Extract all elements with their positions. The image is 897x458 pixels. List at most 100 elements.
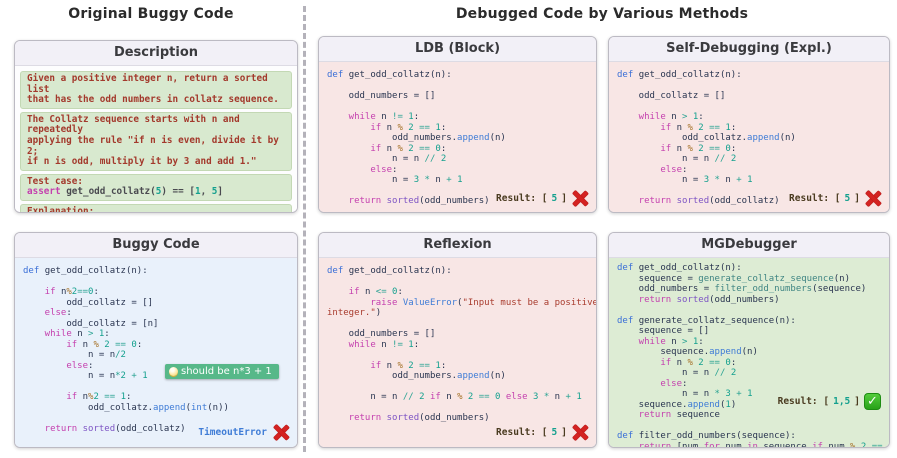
code-line: while n > 1: <box>617 337 881 348</box>
code-line: def get_odd_collatz(n): <box>23 266 289 277</box>
code-line: odd_numbers = [] <box>327 91 588 102</box>
code-line: if n % 2 == 0: <box>617 358 881 369</box>
code-line: The Collatz sequence starts with n and r… <box>27 115 285 136</box>
code-line: def get_odd_collatz(n): <box>617 70 881 81</box>
code-line: else: <box>327 165 588 176</box>
result-label: Result: [ <box>789 193 840 204</box>
code-line: if n%2==0: <box>23 287 289 298</box>
self-debugging-panel-body: def get_odd_collatz(n): odd_collatz = []… <box>609 62 889 213</box>
code-line <box>617 81 881 92</box>
buggy-code-panel: Buggy Code def get_odd_collatz(n): if n%… <box>14 232 298 448</box>
code-line: if n % 2 == 0: <box>617 144 881 155</box>
code-line <box>327 403 588 414</box>
mgdebugger-panel-body: def get_odd_collatz(n): sequence = gener… <box>609 258 889 448</box>
result-label: Result: [ <box>778 396 829 407</box>
code-line: while n != 1: <box>327 340 588 351</box>
result-suffix: ] <box>561 193 567 204</box>
self-debugging-panel: Self-Debugging (Expl.) def get_odd_colla… <box>608 36 890 213</box>
result-value: 5 <box>845 193 851 204</box>
code-line: if n % 2 == 1: <box>617 123 881 134</box>
ldb-panel-title: LDB (Block) <box>319 37 596 62</box>
code-line <box>327 350 588 361</box>
ldb-code-block: def get_odd_collatz(n): odd_numbers = []… <box>319 62 596 211</box>
result-suffix: ] <box>561 427 567 438</box>
result-value: 1,5 <box>833 396 850 407</box>
result-label: Result: [ <box>496 427 547 438</box>
reflexion-panel: Reflexion def get_odd_collatz(n): if n <… <box>318 232 597 448</box>
code-line: while n > 1: <box>617 112 881 123</box>
reflexion-result-badge: Result: [ 5] <box>496 424 588 441</box>
description-panel-title: Description <box>15 41 297 66</box>
figure-canvas: Original Buggy Code Debugged Code by Var… <box>0 0 897 458</box>
code-line <box>617 305 881 316</box>
self-debugging-code-block: def get_odd_collatz(n): odd_collatz = []… <box>609 62 889 211</box>
code-line <box>617 421 881 432</box>
code-line: while n > 1: <box>23 329 289 340</box>
code-line: odd_numbers = [] <box>327 329 588 340</box>
code-line <box>327 102 588 113</box>
code-line: def get_odd_collatz(n): <box>617 263 881 274</box>
mgdebugger-panel: MGDebugger def get_odd_collatz(n): seque… <box>608 232 890 448</box>
code-line: if n % 2 == 1: <box>327 123 588 134</box>
error-x-icon <box>571 424 588 441</box>
bug-annotation: should be n*3 + 1 <box>165 364 279 379</box>
code-line: applying the rule "if n is even, divide … <box>27 136 285 157</box>
code-line <box>327 319 588 330</box>
code-line: if n % 2 == 0: <box>327 144 588 155</box>
mgdebugger-code-block: def get_odd_collatz(n): sequence = gener… <box>609 258 889 448</box>
code-line: Explanation: <box>27 207 285 213</box>
buggy-error-row: TimeoutError <box>198 424 289 441</box>
right-column-title: Debugged Code by Various Methods <box>310 6 894 22</box>
code-line: n = n // 2 <box>617 154 881 165</box>
code-line: return sorted(odd_numbers) <box>617 295 881 306</box>
error-x-icon <box>272 424 289 441</box>
code-line: n = n // 2 <box>617 368 881 379</box>
code-line: if n % 2 == 0: <box>23 340 289 351</box>
code-line: if n <= 0: <box>327 287 588 298</box>
code-line: n = 3 * n + 1 <box>327 175 588 186</box>
code-line <box>23 413 289 424</box>
code-line: sequence = [] <box>617 326 881 337</box>
code-line <box>617 102 881 113</box>
mgdebugger-panel-title: MGDebugger <box>609 233 889 258</box>
code-line: def get_odd_collatz(n): <box>327 70 588 81</box>
result-value: 5 <box>552 427 558 438</box>
error-x-icon <box>571 190 588 207</box>
code-line <box>23 277 289 288</box>
timeout-error-label: TimeoutError <box>198 427 267 438</box>
ldb-panel: LDB (Block) def get_odd_collatz(n): odd_… <box>318 36 597 213</box>
code-line: odd_collatz.append(n) <box>617 133 881 144</box>
description-block-testcase: Test case:assert get_odd_collatz(5) == [… <box>20 174 292 201</box>
code-line <box>327 277 588 288</box>
code-line: n = 3 * n + 1 <box>617 175 881 186</box>
code-line: odd_collatz = [n] <box>23 319 289 330</box>
code-line: sequence.append(n) <box>617 347 881 358</box>
code-line: integer.") <box>327 308 588 319</box>
description-panel: Description Given a positive integer n, … <box>14 40 298 213</box>
code-line <box>327 382 588 393</box>
code-line: else: <box>617 165 881 176</box>
reflexion-code-block: def get_odd_collatz(n): if n <= 0: raise… <box>319 258 596 428</box>
code-line: sequence = generate_collatz_sequence(n) <box>617 274 881 285</box>
code-line: return sequence <box>617 410 881 421</box>
code-line: n = n // 2 if n % 2 == 0 else 3 * n + 1 <box>327 392 588 403</box>
code-line: that has the odd numbers in collatz sequ… <box>27 95 285 106</box>
code-line: else: <box>23 308 289 319</box>
buggy-code-panel-body: def get_odd_collatz(n): if n%2==0: odd_c… <box>15 258 297 448</box>
code-line: raise ValueError("Input must be a positi… <box>327 298 588 309</box>
code-line: odd_collatz = [] <box>617 91 881 102</box>
code-line: if n is odd, multiply it by 3 and add 1.… <box>27 157 285 168</box>
bug-annotation-text: should be n*3 + 1 <box>181 366 272 377</box>
code-line: odd_collatz = [] <box>23 298 289 309</box>
code-line: while n != 1: <box>327 112 588 123</box>
mgdebugger-result-badge: Result: [1,5] <box>778 393 881 410</box>
lightbulb-icon <box>169 367 178 376</box>
code-line: else: <box>617 379 881 390</box>
result-label: Result: [ <box>496 193 547 204</box>
result-suffix: ] <box>854 193 860 204</box>
code-line: odd_numbers = filter_odd_numbers(sequenc… <box>617 284 881 295</box>
result-value: 5 <box>552 193 558 204</box>
dashed-divider <box>303 6 306 452</box>
reflexion-panel-body: def get_odd_collatz(n): if n <= 0: raise… <box>319 258 596 448</box>
code-line <box>327 81 588 92</box>
